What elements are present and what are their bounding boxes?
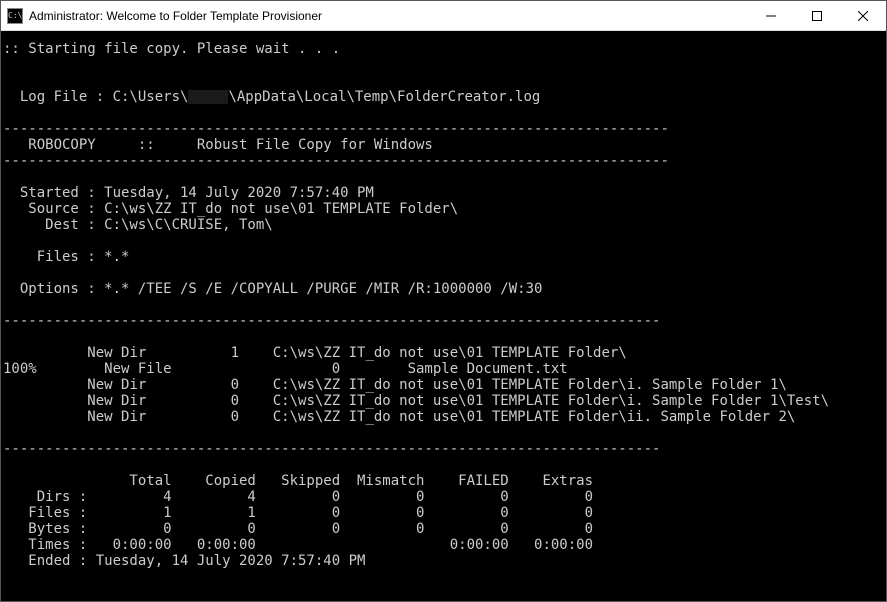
console-line: Options : *.* /TEE /S /E /COPYALL /PURGE… [3,281,542,297]
console-line: New Dir 0 C:\ws\ZZ IT_do not use\01 TEMP… [3,377,787,393]
titlebar[interactable]: C:\ Administrator: Welcome to Folder Tem… [1,1,886,31]
console-stats-row: Times : 0:00:00 0:00:00 0:00:00 0:00:00 [3,537,593,553]
console-line: Dest : C:\ws\C\CRUISE, Tom\ [3,217,273,233]
logfile-suffix: \AppData\Local\Temp\FolderCreator.log [228,89,540,105]
console-divider: ----------------------------------------… [3,153,669,169]
console-line: New Dir 0 C:\ws\ZZ IT_do not use\01 TEMP… [3,409,795,425]
maximize-button[interactable] [794,1,840,30]
logfile-prefix: Log File : C:\Users\ [3,89,188,105]
console-line: New Dir 0 C:\ws\ZZ IT_do not use\01 TEMP… [3,393,829,409]
console-line: New Dir 1 C:\ws\ZZ IT_do not use\01 TEMP… [3,345,627,361]
console-window: C:\ Administrator: Welcome to Folder Tem… [0,0,887,602]
close-icon [858,11,868,21]
window-title: Administrator: Welcome to Folder Templat… [29,9,748,23]
console-stats-row: Dirs : 4 4 0 0 0 0 [3,489,593,505]
minimize-button[interactable] [748,1,794,30]
console-stats-header: Total Copied Skipped Mismatch FAILED Ext… [3,473,593,489]
redacted-username [188,90,228,104]
console-stats-row: Bytes : 0 0 0 0 0 0 [3,521,593,537]
console-output[interactable]: :: Starting file copy. Please wait . . .… [1,31,886,601]
minimize-icon [766,11,776,21]
console-divider: ----------------------------------------… [3,313,660,329]
close-button[interactable] [840,1,886,30]
cmd-icon: C:\ [7,8,23,24]
console-line: 100% New File 0 Sample Document.txt [3,361,568,377]
console-divider: ----------------------------------------… [3,441,660,457]
console-line: Source : C:\ws\ZZ IT_do not use\01 TEMPL… [3,201,458,217]
console-divider: ----------------------------------------… [3,121,669,137]
console-line: Started : Tuesday, 14 July 2020 7:57:40 … [3,185,374,201]
console-line: Ended : Tuesday, 14 July 2020 7:57:40 PM [3,553,365,569]
console-line: ROBOCOPY :: Robust File Copy for Windows [3,137,433,153]
console-line: Files : *.* [3,249,129,265]
window-controls [748,1,886,30]
maximize-icon [812,11,822,21]
console-stats-row: Files : 1 1 0 0 0 0 [3,505,593,521]
console-line-logfile: Log File : C:\Users\ \AppData\Local\Temp\… [3,89,540,105]
console-line: :: Starting file copy. Please wait . . . [3,41,340,57]
